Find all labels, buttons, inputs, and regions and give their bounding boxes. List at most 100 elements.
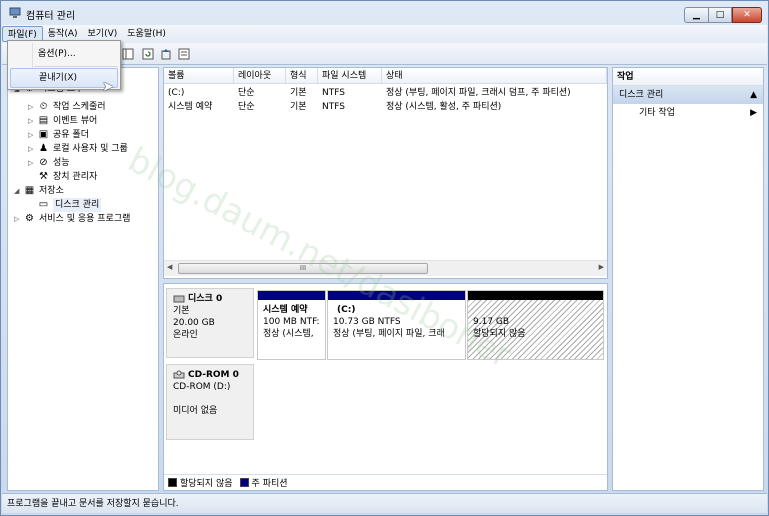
actions-section-label: 디스크 관리 (619, 90, 664, 100)
maximize-button[interactable]: □ (708, 7, 732, 23)
legend-unallocated-label: 할당되지 않음 (180, 479, 233, 489)
action-more-actions[interactable]: 기타 작업 ▶ (613, 104, 763, 122)
expand-arrow-icon[interactable]: ▷ (28, 156, 37, 170)
tree-item-label: 공유 폴더 (53, 130, 89, 140)
menu-help[interactable]: 도움말(H) (122, 26, 171, 42)
partition-name: 시스템 예약 (263, 305, 308, 315)
clock-icon: ⏲ (39, 101, 48, 112)
cdrom-0-name: CD-ROM 0 (188, 370, 239, 380)
disk-0-label[interactable]: 디스크 0 기본 20.00 GB 온라인 (166, 288, 254, 358)
console-tree-icon (122, 48, 134, 60)
scroll-thumb[interactable]: III (178, 263, 428, 274)
computer-management-icon (9, 7, 21, 18)
navigation-tree: ◢⚙시스템 도구▷⏲작업 스케줄러▷▤이벤트 뷰어▷▣공유 폴더▷♟로컬 사용자… (7, 67, 159, 491)
legend-unallocated-swatch (168, 478, 177, 487)
tree-item[interactable]: ▷ ▣ 공유 폴더 (28, 128, 89, 142)
menu-item-options[interactable]: 옵션(P)... (10, 44, 118, 64)
partition-status: 정상 (부팅, 페이지 파일, 크래 (333, 329, 445, 339)
title-bar: 컴퓨터 관리 ▁ □ ✕ (1, 1, 768, 25)
volume-cell: 정상 (부팅, 페이지 파일, 크래시 덤프, 주 파티션) (386, 88, 571, 98)
export-list-button[interactable] (158, 46, 174, 62)
submenu-arrow-icon: ▶ (750, 108, 757, 118)
expand-arrow-icon[interactable]: ▷ (28, 100, 37, 114)
tree-item[interactable]: ▭ 디스크 관리 (28, 198, 102, 212)
disk-0-name: 디스크 0 (188, 294, 223, 304)
center-pane: 볼륨 레이아웃 형식 파일 시스템 상태 (C:) 단순 기본 NTFS 정상 (부팅, 페이지… (163, 67, 608, 491)
actions-section-disk-management[interactable]: 디스크 관리 ▲ (613, 86, 763, 104)
column-header[interactable]: 상태 (382, 68, 607, 84)
event-viewer-icon: ▤ (38, 115, 49, 126)
hard-disk-icon (173, 295, 185, 303)
shared-folder-icon: ▣ (38, 129, 49, 140)
scroll-left-icon[interactable]: ◀ (167, 263, 172, 271)
cdrom-icon (173, 370, 185, 379)
performance-icon: ⊘ (39, 157, 48, 168)
legend-primary-swatch (239, 478, 249, 487)
partition-bar (328, 291, 465, 300)
column-header[interactable]: 파일 시스템 (318, 68, 382, 84)
cdrom-0-type: CD-ROM (D:) (173, 382, 231, 392)
show-hide-tree-button[interactable] (120, 46, 136, 62)
volume-cell: NTFS (322, 88, 345, 98)
partition-c-drive[interactable]: (C:) 10.73 GB NTFS 정상 (부팅, 페이지 파일, 크래 (327, 290, 466, 360)
partition-unallocated[interactable]: 9.17 GB 할당되지 않음 (467, 290, 604, 360)
tree-item-label: 이벤트 뷰어 (53, 116, 98, 126)
disk-0-type: 기본 (173, 306, 190, 316)
tree-item[interactable]: ▷ ⚙ 서비스 및 응용 프로그램 (14, 212, 130, 226)
menu-separator (34, 66, 118, 67)
refresh-icon (142, 48, 154, 60)
partition-system-reserved[interactable]: 시스템 예약 100 MB NTF: 정상 (시스템, (257, 290, 326, 360)
disk-graphical-view: 디스크 0 기본 20.00 GB 온라인 시스템 예약 100 MB NTF:… (163, 283, 608, 491)
partition-detail: 10.73 GB NTFS (333, 317, 401, 327)
volume-name-cell: 시스템 예약 (168, 102, 213, 112)
expand-arrow-icon[interactable]: ▷ (28, 142, 37, 156)
expand-arrow-icon[interactable]: ▷ (28, 128, 37, 142)
tree-item-label: 로컬 사용자 및 그룹 (53, 144, 128, 154)
volume-list-header: 볼륨 레이아웃 형식 파일 시스템 상태 (164, 68, 607, 84)
disk-icon: ▭ (38, 199, 49, 210)
tree-item[interactable]: ⚒ 장치 관리자 (28, 170, 97, 184)
expand-arrow-icon[interactable]: ▷ (28, 114, 37, 128)
disk-0-status: 온라인 (173, 330, 198, 340)
tree-item[interactable]: ◢ ▦ 저장소 (14, 184, 64, 198)
tree-item-label: 디스크 관리 (53, 198, 102, 212)
expand-arrow-icon[interactable]: ▷ (14, 212, 23, 226)
expand-arrow-icon[interactable]: ◢ (14, 184, 23, 198)
partition-detail: 9.17 GB (473, 317, 510, 327)
close-button[interactable]: ✕ (732, 7, 762, 23)
properties-button[interactable] (176, 46, 192, 62)
tree-item[interactable]: ▷ ⊘ 성능 (28, 156, 70, 170)
tree-item-label: 서비스 및 응용 프로그램 (39, 214, 131, 224)
tree-item-label: 저장소 (39, 186, 64, 196)
actions-pane: 작업 디스크 관리 ▲ 기타 작업 ▶ (612, 67, 764, 491)
column-header[interactable]: 레이아웃 (234, 68, 286, 84)
legend-primary-label: 주 파티션 (251, 479, 288, 489)
horizontal-scrollbar[interactable]: ◀ III ▶ (164, 260, 607, 276)
partition-status: 정상 (시스템, (263, 329, 314, 339)
volume-row[interactable]: (C:) 단순 기본 NTFS 정상 (부팅, 페이지 파일, 크래시 덤프, 주 파티… (164, 86, 607, 100)
volume-cell: 단순 (238, 102, 255, 112)
partition-name: (C:) (337, 305, 356, 315)
volume-cell: 기본 (290, 88, 307, 98)
device-manager-icon: ⚒ (39, 171, 48, 182)
tree-item-label: 성능 (53, 158, 70, 168)
refresh-button[interactable] (140, 46, 156, 62)
collapse-icon[interactable]: ▲ (750, 86, 757, 104)
volume-cell: 정상 (시스템, 활성, 주 파티션) (386, 102, 502, 112)
actions-header: 작업 (613, 68, 763, 86)
scroll-right-icon[interactable]: ▶ (599, 263, 604, 271)
column-header[interactable]: 형식 (286, 68, 318, 84)
partition-detail: 100 MB NTF: (263, 317, 320, 327)
export-icon (161, 49, 171, 60)
tree-item[interactable]: ▷ ▤ 이벤트 뷰어 (28, 114, 97, 128)
volume-row[interactable]: 시스템 예약 단순 기본 NTFS 정상 (시스템, 활성, 주 파티션) (164, 100, 607, 114)
tree-item[interactable]: ▷ ♟ 로컬 사용자 및 그룹 (28, 142, 128, 156)
partition-bar (468, 291, 603, 300)
services-icon: ⚙ (25, 213, 34, 224)
tree-item[interactable]: ▷ ⏲ 작업 스케줄러 (28, 100, 106, 114)
mouse-cursor-icon: ➤ (102, 79, 114, 95)
column-header[interactable]: 볼륨 (164, 68, 234, 84)
cdrom-0-label[interactable]: CD-ROM 0 CD-ROM (D:) 미디어 없음 (166, 364, 254, 440)
volume-cell: NTFS (322, 102, 345, 112)
minimize-button[interactable]: ▁ (684, 7, 708, 23)
